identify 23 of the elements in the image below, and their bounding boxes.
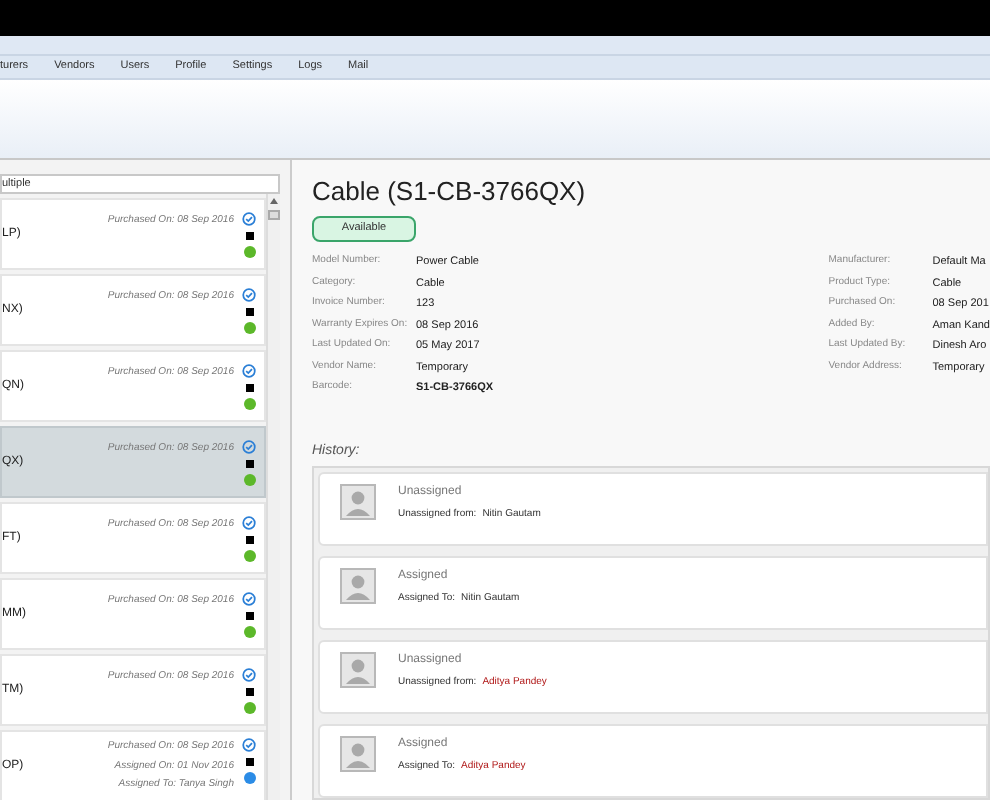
- check-circle-icon: [242, 211, 256, 225]
- check-circle-icon: [242, 515, 256, 529]
- check-circle-icon: [242, 738, 256, 753]
- check-circle-icon: [242, 363, 256, 377]
- scroll-up-icon[interactable]: [270, 198, 278, 204]
- square-icon: [245, 535, 253, 543]
- avatar-icon: [340, 652, 376, 688]
- check-circle-icon: [242, 667, 256, 681]
- asset-title: Cable (S1-CB-3766QX): [312, 176, 588, 208]
- square-icon: [245, 307, 253, 315]
- avatar-icon: [340, 568, 376, 604]
- square-icon: [245, 459, 253, 467]
- square-icon: [245, 611, 253, 619]
- square-icon: [245, 758, 253, 767]
- avatar-icon: [340, 736, 376, 772]
- check-circle-icon: [242, 591, 256, 605]
- square-icon: [245, 383, 253, 391]
- check-circle-icon: [242, 439, 256, 453]
- square-icon: [245, 687, 253, 695]
- check-circle-icon: [242, 287, 256, 301]
- avatar-icon: [340, 484, 376, 520]
- square-icon: [245, 231, 253, 239]
- scroll-thumb[interactable]: [268, 210, 280, 220]
